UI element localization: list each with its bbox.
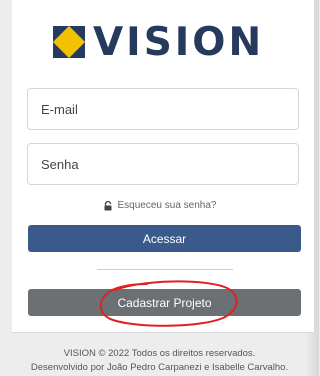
email-field[interactable]: E-mail: [27, 88, 299, 130]
lock-icon: [104, 200, 112, 210]
logo-text: VISION: [93, 19, 265, 65]
footer-credits: Desenvolvido por João Pedro Carpanezi e …: [30, 362, 289, 373]
footer-copyright: VISION © 2022 Todos os direitos reservad…: [63, 348, 256, 359]
divider: [97, 269, 233, 270]
login-button[interactable]: Acessar: [28, 225, 301, 252]
register-project-label: Cadastrar Projeto: [117, 295, 212, 310]
vision-logo: VISION: [52, 20, 267, 64]
register-project-button[interactable]: Cadastrar Projeto: [28, 289, 301, 316]
password-placeholder: Senha: [41, 156, 79, 172]
forgot-password-label: Esqueceu sua senha?: [117, 200, 217, 211]
footer: VISION © 2022 Todos os direitos reservad…: [0, 347, 319, 375]
email-placeholder: E-mail: [41, 101, 78, 117]
diamond-logo-icon: [53, 26, 85, 58]
password-field[interactable]: Senha: [27, 143, 299, 185]
forgot-password-link[interactable]: Esqueceu sua senha?: [0, 200, 319, 211]
login-button-label: Acessar: [142, 231, 187, 246]
